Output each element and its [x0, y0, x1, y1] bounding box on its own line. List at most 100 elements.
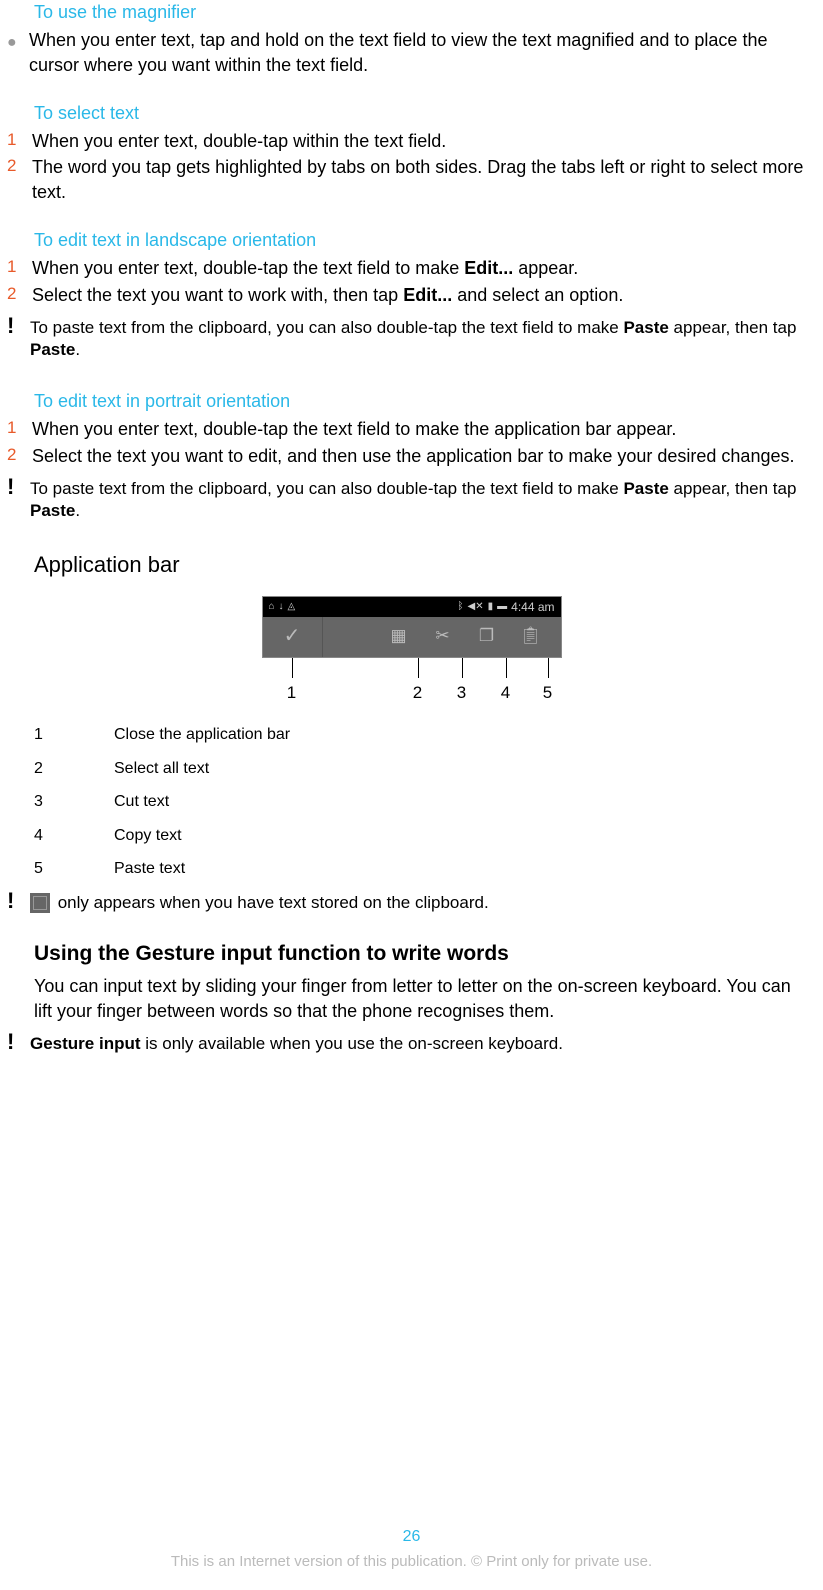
numbered-item: 1 When you enter text, double-tap within… — [0, 129, 823, 153]
select-all-icon: ▦ — [377, 617, 421, 657]
legend-row: 1 Close the application bar — [34, 724, 823, 746]
exclamation-icon: ! — [7, 476, 17, 498]
body-text: The word you tap gets highlighted by tab… — [32, 155, 813, 204]
android-icon: ◬ — [288, 600, 296, 614]
bold-text: Paste — [30, 340, 75, 359]
text-fragment: Select the text you want to work with, t… — [32, 285, 403, 305]
text-fragment: When you enter text, double-tap the text… — [32, 258, 464, 278]
download-icon: ↓ — [279, 600, 284, 614]
subheading-application-bar: Application bar — [34, 550, 823, 580]
text-fragment: appear, then tap — [669, 318, 797, 337]
legend-text: Close the application bar — [114, 724, 823, 746]
application-toolbar: ✓ ▦ ✂ ❐ 📋︎ — [263, 617, 561, 657]
paragraph: You can input text by sliding your finge… — [34, 974, 813, 1023]
paste-icon: 📋︎ — [509, 617, 553, 657]
numbered-item: 2 Select the text you want to edit, and … — [0, 444, 823, 468]
legend-text: Copy text — [114, 825, 823, 847]
legend-text: Paste text — [114, 858, 823, 880]
legend-number: 4 — [34, 825, 114, 847]
tip-item: ! Gesture input is only available when y… — [0, 1033, 823, 1055]
legend-number: 2 — [34, 758, 114, 780]
tip-text: Gesture input is only available when you… — [30, 1033, 818, 1055]
bold-text: Paste — [30, 501, 75, 520]
exclamation-icon: ! — [7, 890, 17, 912]
body-text: When you enter text, tap and hold on the… — [29, 28, 813, 77]
signal-icon: ▮ — [488, 600, 494, 614]
tip-text: only appears when you have text stored o… — [30, 892, 818, 914]
callout-lines — [262, 658, 562, 682]
bluetooth-icon: ᛒ — [458, 600, 464, 614]
text-fragment: appear, then tap — [669, 479, 797, 498]
text-fragment: only appears when you have text stored o… — [53, 893, 489, 912]
legend-number: 1 — [34, 724, 114, 746]
status-time: 4:44 am — [511, 599, 554, 615]
appbar-screenshot: ⌂ ↓ ◬ ᛒ ◀✕ ▮ ▬ 4:44 am ✓ ▦ ✂ ❐ 📋︎ — [262, 596, 562, 658]
close-appbar-icon: ✓ — [263, 617, 323, 657]
legend-number: 3 — [34, 791, 114, 813]
battery-icon: ▬ — [497, 600, 507, 614]
numbered-item: 2 The word you tap gets highlighted by t… — [0, 155, 823, 204]
tip-item: ! To paste text from the clipboard, you … — [0, 317, 823, 361]
callout-number: 2 — [413, 682, 422, 705]
callout-labels: 1 2 3 4 5 — [262, 682, 562, 704]
body-text: When you enter text, double-tap the text… — [32, 256, 813, 280]
exclamation-icon: ! — [7, 1031, 17, 1053]
section-title-edit-landscape: To edit text in landscape orientation — [34, 228, 823, 252]
text-fragment: To paste text from the clipboard, you ca… — [30, 479, 623, 498]
bold-text: Paste — [623, 318, 668, 337]
numbered-item: 2 Select the text you want to work with,… — [0, 283, 823, 307]
number-marker: 2 — [7, 444, 17, 467]
tip-item: ! only appears when you have text stored… — [0, 892, 823, 914]
number-marker: 1 — [7, 417, 17, 440]
tip-text: To paste text from the clipboard, you ca… — [30, 317, 818, 361]
bold-text: Edit... — [464, 258, 513, 278]
body-text: Select the text you want to edit, and th… — [32, 444, 813, 468]
bold-text: Paste — [623, 479, 668, 498]
section-title-edit-portrait: To edit text in portrait orientation — [34, 389, 823, 413]
bold-text: Edit... — [403, 285, 452, 305]
footer-text: This is an Internet version of this publ… — [0, 1552, 823, 1572]
text-fragment: . — [75, 501, 80, 520]
legend-row: 3 Cut text — [34, 791, 823, 813]
body-text: Select the text you want to work with, t… — [32, 283, 813, 307]
legend-row: 5 Paste text — [34, 858, 823, 880]
text-fragment: To paste text from the clipboard, you ca… — [30, 318, 623, 337]
legend-number: 5 — [34, 858, 114, 880]
nav-home-icon: ⌂ — [269, 600, 275, 614]
number-marker: 1 — [7, 129, 17, 152]
number-marker: 1 — [7, 256, 17, 279]
body-text: When you enter text, double-tap within t… — [32, 129, 813, 153]
legend-table: 1 Close the application bar 2 Select all… — [34, 724, 823, 880]
text-fragment: . — [75, 340, 80, 359]
numbered-item: 1 When you enter text, double-tap the te… — [0, 417, 823, 441]
bold-text: Gesture input — [30, 1034, 141, 1053]
text-fragment: is only available when you use the on-sc… — [141, 1034, 563, 1053]
tip-item: ! To paste text from the clipboard, you … — [0, 478, 823, 522]
legend-text: Select all text — [114, 758, 823, 780]
subheading-gesture: Using the Gesture input function to writ… — [34, 940, 823, 968]
status-right: ᛒ ◀✕ ▮ ▬ 4:44 am — [458, 599, 555, 615]
cut-icon: ✂ — [421, 617, 465, 657]
tip-text: To paste text from the clipboard, you ca… — [30, 478, 818, 522]
legend-text: Cut text — [114, 791, 823, 813]
text-fragment: and select an option. — [452, 285, 623, 305]
section-title-select-text: To select text — [34, 101, 823, 125]
legend-row: 2 Select all text — [34, 758, 823, 780]
body-text: When you enter text, double-tap the text… — [32, 417, 813, 441]
callout-number: 1 — [287, 682, 296, 705]
text-fragment: appear. — [513, 258, 578, 278]
number-marker: 2 — [7, 155, 17, 178]
bullet-marker-icon: ● — [7, 32, 17, 54]
bullet-item: ● When you enter text, tap and hold on t… — [0, 28, 823, 77]
mute-icon: ◀✕ — [468, 600, 484, 614]
page-footer: 26 This is an Internet version of this p… — [0, 1526, 823, 1572]
number-marker: 2 — [7, 283, 17, 306]
section-title-magnifier: To use the magnifier — [34, 0, 823, 24]
exclamation-icon: ! — [7, 315, 17, 337]
appbar-figure: ⌂ ↓ ◬ ᛒ ◀✕ ▮ ▬ 4:44 am ✓ ▦ ✂ ❐ 📋︎ — [0, 596, 823, 704]
status-left: ⌂ ↓ ◬ — [269, 600, 296, 614]
numbered-item: 1 When you enter text, double-tap the te… — [0, 256, 823, 280]
status-bar: ⌂ ↓ ◬ ᛒ ◀✕ ▮ ▬ 4:44 am — [263, 597, 561, 617]
callout-number: 4 — [501, 682, 510, 705]
clipboard-paste-icon — [30, 893, 50, 913]
